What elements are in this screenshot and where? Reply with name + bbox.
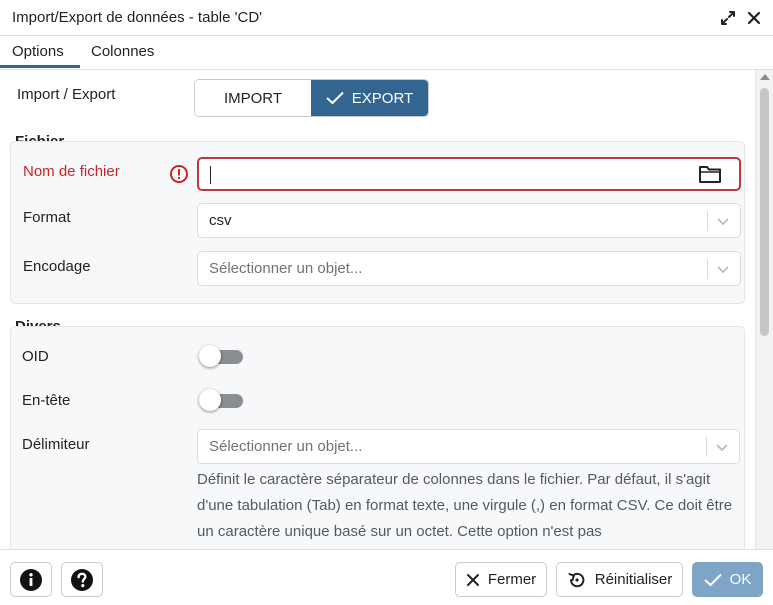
format-select[interactable]: csv (197, 203, 741, 238)
delimiter-help-text: Définit le caractère séparateur de colon… (197, 471, 733, 540)
reset-button[interactable]: Réinitialiser (556, 562, 683, 597)
help-button[interactable] (61, 562, 103, 597)
import-button-label: IMPORT (223, 89, 283, 107)
dialog-footer: Fermer Réinitialiser OK (0, 549, 773, 605)
reset-icon (568, 572, 585, 587)
import-export-label: Import / Export (17, 86, 116, 103)
chevron-down-icon (715, 440, 729, 454)
check-icon (326, 91, 344, 105)
chevron-down-icon (716, 214, 730, 228)
close-button-label: Fermer (487, 571, 537, 588)
export-button-label: EXPORT (351, 89, 414, 107)
oid-switch[interactable] (199, 345, 243, 367)
delimiter-label: Délimiteur (22, 436, 90, 453)
select-separator (706, 437, 707, 457)
active-tab-indicator (0, 65, 80, 68)
scroll-thumb[interactable] (760, 88, 769, 336)
format-value: csv (209, 212, 232, 229)
scroll-up-arrow-icon[interactable] (760, 74, 770, 80)
tab-colonnes[interactable]: Colonnes (91, 43, 154, 60)
info-button[interactable] (10, 562, 52, 597)
format-label: Format (23, 209, 71, 226)
close-button[interactable]: Fermer (455, 562, 547, 597)
oid-label: OID (22, 348, 49, 365)
folder-icon[interactable] (698, 164, 724, 186)
encoding-select[interactable]: Sélectionner un objet... (197, 251, 741, 286)
select-separator (707, 259, 708, 279)
encoding-label: Encodage (23, 258, 91, 275)
tab-options[interactable]: Options (12, 43, 64, 60)
close-icon[interactable] (744, 8, 764, 28)
vertical-scrollbar[interactable] (755, 70, 773, 549)
delimiter-placeholder: Sélectionner un objet... (209, 438, 363, 455)
question-icon (71, 568, 93, 591)
expand-arrows-icon[interactable] (718, 8, 738, 28)
check-icon (703, 573, 722, 586)
import-export-toggle: IMPORT EXPORT (194, 79, 429, 117)
ok-button-label: OK (729, 571, 752, 588)
close-icon (466, 573, 479, 586)
filename-input[interactable] (197, 157, 741, 191)
dialog-title: Import/Export de données - table 'CD' (12, 9, 263, 26)
chevron-down-icon (716, 262, 730, 276)
header-label: En-tête (22, 392, 71, 409)
text-caret (210, 166, 211, 184)
encoding-placeholder: Sélectionner un objet... (209, 260, 363, 277)
error-icon (169, 164, 189, 184)
info-icon (20, 568, 42, 591)
import-button[interactable]: IMPORT (195, 80, 311, 116)
switch-knob (199, 389, 221, 411)
delimiter-select[interactable]: Sélectionner un objet... (197, 429, 740, 464)
export-button[interactable]: EXPORT (311, 80, 428, 116)
dialog-titlebar: Import/Export de données - table 'CD' (0, 0, 773, 36)
fichier-fieldset: Nom de fichier Format csv Encodage Sélec… (10, 141, 745, 304)
header-switch[interactable] (199, 389, 243, 411)
tab-bar: Options Colonnes (0, 36, 773, 70)
reset-button-label: Réinitialiser (594, 571, 673, 588)
select-separator (707, 211, 708, 231)
options-panel: Import / Export IMPORT EXPORT Fichier No… (0, 70, 755, 549)
ok-button[interactable]: OK (692, 562, 763, 597)
switch-knob (199, 345, 221, 367)
filename-label: Nom de fichier (23, 163, 120, 180)
